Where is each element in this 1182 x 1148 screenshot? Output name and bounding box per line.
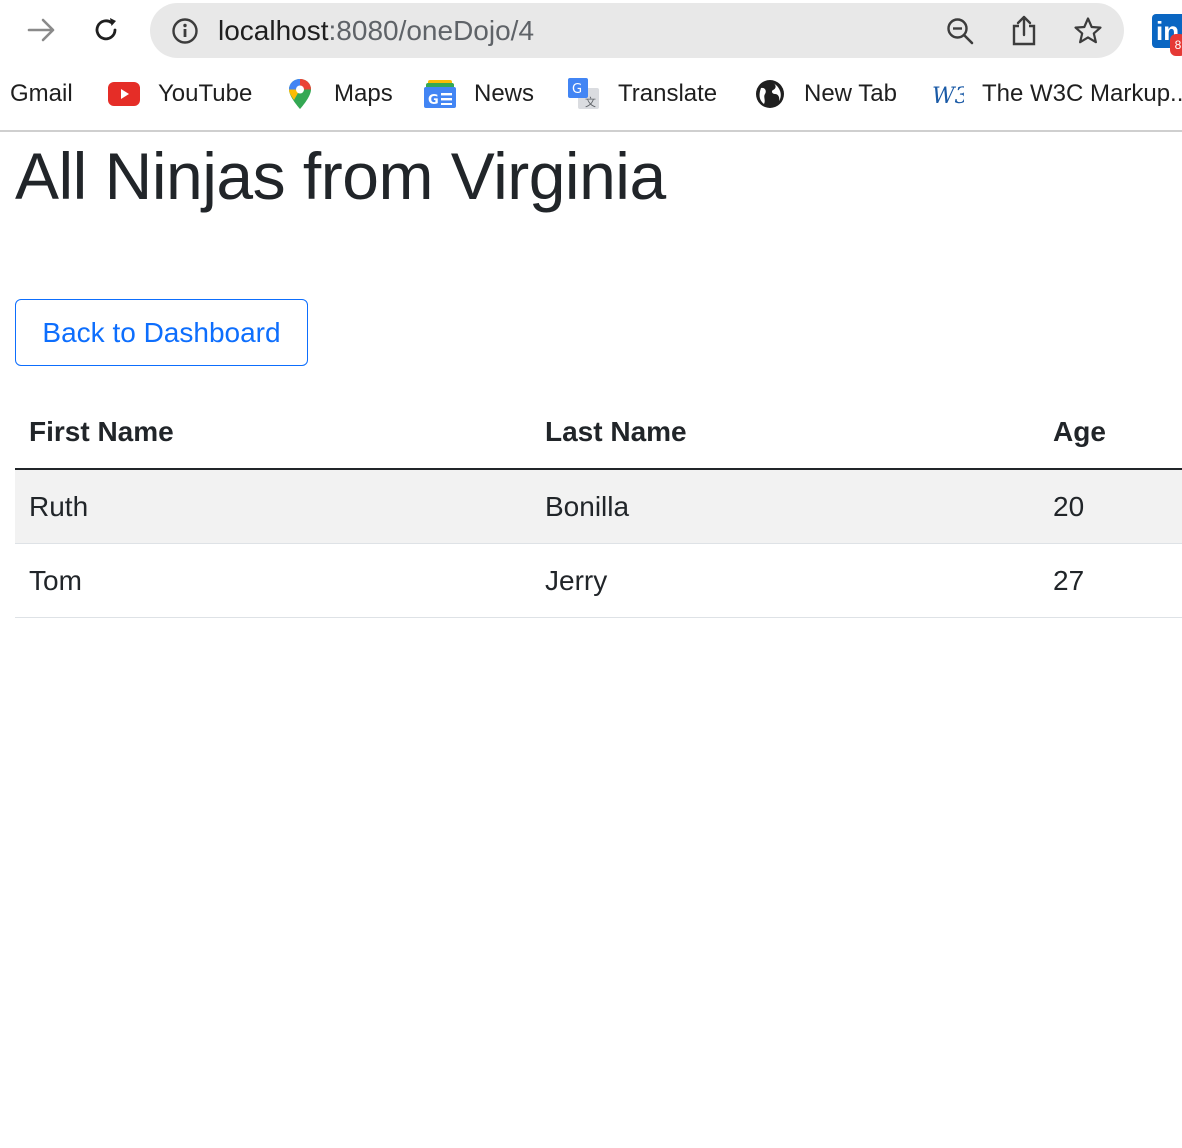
bookmark-w3c[interactable]: W3 The W3C Markup... — [932, 76, 1182, 112]
bookmark-label: Translate — [618, 80, 718, 107]
news-icon: G — [424, 78, 456, 110]
globe-icon — [754, 78, 786, 110]
cell-age: 20 — [1039, 469, 1182, 544]
share-icon[interactable] — [1007, 14, 1041, 48]
translate-icon: G文 — [568, 78, 600, 110]
url-path: :8080/oneDojo/4 — [328, 15, 535, 46]
cell-age: 27 — [1039, 543, 1182, 618]
column-header-last-name: Last Name — [531, 396, 1039, 470]
svg-text:W3: W3 — [932, 84, 964, 106]
browser-toolbar: localhost:8080/oneDojo/4 in 8 — [0, 0, 1182, 62]
address-bar[interactable]: localhost:8080/oneDojo/4 — [150, 3, 1124, 58]
bookmark-youtube[interactable]: YouTube — [108, 76, 252, 112]
youtube-icon — [108, 78, 140, 110]
column-header-first-name: First Name — [15, 396, 531, 470]
bookmark-translate[interactable]: G文 Translate — [568, 76, 717, 112]
bookmark-label: Maps — [334, 80, 393, 107]
cell-last-name: Bonilla — [531, 469, 1039, 544]
table-row: Ruth Bonilla 20 — [15, 469, 1182, 544]
column-header-age: Age — [1039, 396, 1182, 470]
ninjas-table: First Name Last Name Age Ruth Bonilla 20… — [15, 396, 1182, 618]
zoom-out-icon[interactable] — [943, 14, 977, 48]
bookmark-gmail[interactable]: Gmail — [10, 76, 73, 112]
reload-icon[interactable] — [86, 10, 126, 50]
bookmark-label: The W3C Markup... — [982, 80, 1182, 107]
bookmark-news[interactable]: G News — [424, 76, 534, 112]
table-header-row: First Name Last Name Age — [15, 396, 1182, 470]
bookmark-label: New Tab — [804, 80, 897, 107]
url-host: localhost — [218, 15, 329, 46]
cell-last-name: Jerry — [531, 543, 1039, 618]
bookmark-label: YouTube — [158, 80, 253, 107]
svg-text:文: 文 — [585, 95, 596, 109]
bookmark-maps[interactable]: Maps — [284, 76, 393, 112]
forward-arrow-icon[interactable] — [22, 10, 62, 50]
cell-first-name: Tom — [15, 543, 531, 618]
notification-badge: 8 — [1170, 34, 1182, 56]
url-text[interactable]: localhost:8080/oneDojo/4 — [218, 14, 534, 48]
page-title: All Ninjas from Virginia — [15, 139, 666, 213]
bookmark-star-icon[interactable] — [1071, 14, 1105, 48]
bookmark-new-tab[interactable]: New Tab — [754, 76, 897, 112]
table-row: Tom Jerry 27 — [15, 543, 1182, 618]
w3c-icon: W3 — [932, 78, 964, 110]
bookmark-label: News — [474, 80, 535, 107]
back-to-dashboard-button[interactable]: Back to Dashboard — [15, 299, 308, 366]
bookmark-label: Gmail — [10, 80, 73, 107]
svg-text:G: G — [428, 93, 439, 108]
cell-first-name: Ruth — [15, 469, 531, 544]
maps-icon — [284, 78, 316, 110]
bookmarks-bar: Gmail YouTube Maps G News G文 Translate N… — [0, 62, 1182, 132]
site-info-icon[interactable] — [170, 16, 200, 46]
svg-text:G: G — [572, 82, 582, 97]
